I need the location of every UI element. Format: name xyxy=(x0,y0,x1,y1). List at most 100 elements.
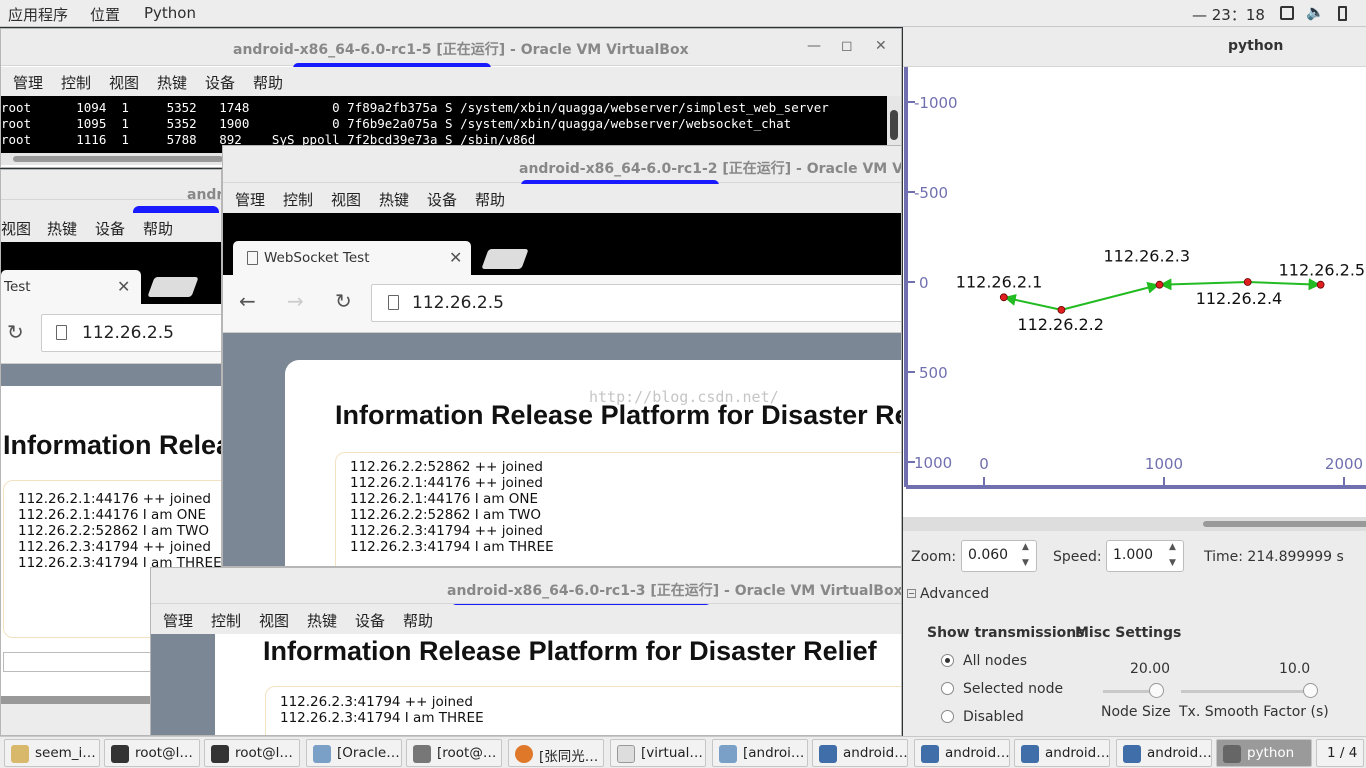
task-terminal-1[interactable]: root@l… xyxy=(104,739,200,767)
maximize-icon[interactable]: ◻ xyxy=(841,38,853,54)
task-android-3[interactable]: android… xyxy=(1014,739,1110,767)
task-label: root@l… xyxy=(135,745,193,761)
minimize-icon[interactable]: — xyxy=(807,38,821,54)
radio-icon[interactable] xyxy=(941,654,954,667)
node-point xyxy=(999,293,1008,302)
menu-control[interactable]: 控制 xyxy=(61,72,91,93)
terminal-line: root 1094 1 5352 1748 0 7f89a2fb375a S /… xyxy=(1,100,829,115)
back-icon[interactable]: ← xyxy=(239,289,256,313)
virtualbox-icon xyxy=(819,745,837,763)
menu-help[interactable]: 帮助 xyxy=(403,610,433,631)
new-tab-button[interactable] xyxy=(481,249,529,269)
speed-spinbox[interactable]: 1.000 ▲ ▼ xyxy=(1106,540,1184,572)
menu-view[interactable]: 视图 xyxy=(1,218,31,239)
app-menu-python[interactable]: Python xyxy=(144,4,196,22)
url-bar[interactable]: 112.26.2.5 xyxy=(41,314,221,352)
node-size-label: Node Size xyxy=(1101,704,1171,720)
task-label: [张同光… xyxy=(539,749,599,765)
page-card: Information Release Platform for Disaste… xyxy=(215,634,901,735)
spin-down-icon[interactable]: ▼ xyxy=(1169,558,1176,568)
url-text: 112.26.2.5 xyxy=(82,323,174,343)
message-line: 112.26.2.2:52862 I am TWO xyxy=(350,507,541,523)
menu-hotkey[interactable]: 热键 xyxy=(307,610,337,631)
node-size-slider[interactable] xyxy=(1103,683,1164,698)
spin-up-icon[interactable]: ▲ xyxy=(1022,542,1029,552)
collapse-icon[interactable]: − xyxy=(907,589,916,598)
vm5-titlebar[interactable]: android-x86_64-6.0-rc1-5 [正在运行] - Oracle… xyxy=(1,29,901,66)
radio-icon[interactable] xyxy=(941,710,954,723)
close-icon[interactable]: ✕ xyxy=(875,38,887,54)
menu-manage[interactable]: 管理 xyxy=(13,72,43,93)
reload-icon[interactable]: ↻ xyxy=(335,289,352,313)
task-terminal-2[interactable]: root@l… xyxy=(204,739,300,767)
task-android-4[interactable]: android… xyxy=(1116,739,1212,767)
tab-websocket-test[interactable]: WebSocket Test ✕ xyxy=(233,241,471,275)
menu-help[interactable]: 帮助 xyxy=(143,218,173,239)
x-tick-label: 2000 xyxy=(1325,455,1363,473)
menu-devices[interactable]: 设备 xyxy=(427,189,457,210)
menu-manage[interactable]: 管理 xyxy=(163,610,193,631)
python-titlebar[interactable]: python xyxy=(903,27,1366,67)
horizontal-scrollbar[interactable] xyxy=(903,517,1366,531)
slider-knob[interactable] xyxy=(1149,683,1164,698)
task-android-1[interactable]: android… xyxy=(812,739,908,767)
menu-hotkey[interactable]: 热键 xyxy=(47,218,77,239)
url-bar[interactable]: 112.26.2.5 xyxy=(371,284,901,322)
topology-canvas[interactable]: -1000 -500 0 500 1000 0 1000 2000 112.26.2.1 112.… xyxy=(903,67,1366,517)
vm3-titlebar[interactable]: android-x86_64-6.0-rc1-3 [正在运行] - Oracle… xyxy=(151,568,901,604)
new-tab-button[interactable] xyxy=(147,277,199,297)
node-label: 112.26.2.2 xyxy=(1017,315,1104,334)
task-firefox[interactable]: [张同光… xyxy=(508,739,604,767)
workspace-pager[interactable]: 1 / 4 xyxy=(1316,739,1364,767)
task-oracle[interactable]: [Oracle… xyxy=(306,739,402,767)
menu-view[interactable]: 视图 xyxy=(331,189,361,210)
task-python[interactable]: python xyxy=(1216,739,1312,767)
volume-icon[interactable]: 🔈 xyxy=(1306,3,1325,21)
menu-devices[interactable]: 设备 xyxy=(95,218,125,239)
menu-view[interactable]: 视图 xyxy=(259,610,289,631)
menu-control[interactable]: 控制 xyxy=(283,189,313,210)
task-android-bracket[interactable]: [androi… xyxy=(712,739,808,767)
node-size-value: 20.00 xyxy=(1130,661,1171,677)
menu-devices[interactable]: 设备 xyxy=(355,610,385,631)
task-android-2[interactable]: android… xyxy=(914,739,1010,767)
forward-icon[interactable]: → xyxy=(287,289,304,313)
zoom-spinbox[interactable]: 0.060 ▲ ▼ xyxy=(961,540,1037,572)
menu-help[interactable]: 帮助 xyxy=(253,72,283,93)
menu-view[interactable]: 视图 xyxy=(109,72,139,93)
battery-icon[interactable] xyxy=(1338,6,1347,21)
node-point xyxy=(1243,278,1252,286)
menu-devices[interactable]: 设备 xyxy=(205,72,235,93)
task-virtual[interactable]: [virtual… xyxy=(610,739,706,767)
y-tick-label: -1000 xyxy=(914,94,958,112)
close-tab-icon[interactable]: ✕ xyxy=(117,277,130,296)
menu-hotkey[interactable]: 热键 xyxy=(157,72,187,93)
applications-menu[interactable]: 应用程序 xyxy=(8,4,68,25)
advanced-expander[interactable]: Advanced xyxy=(920,586,989,602)
page-icon xyxy=(247,251,258,265)
menu-manage[interactable]: 管理 xyxy=(235,189,265,210)
tab-test[interactable]: Test ✕ xyxy=(1,270,141,304)
topology-svg[interactable]: -1000 -500 0 500 1000 0 1000 2000 112.26.2.1 112.… xyxy=(903,67,1366,517)
slider-knob[interactable] xyxy=(1303,683,1318,698)
vm2-titlebar[interactable]: android-x86_64-6.0-rc1-2 [正在运行] - Oracle… xyxy=(223,146,901,183)
close-tab-icon[interactable]: ✕ xyxy=(449,248,462,267)
smooth-factor-slider[interactable] xyxy=(1181,683,1318,698)
menu-control[interactable]: 控制 xyxy=(211,610,241,631)
task-root-terminal[interactable]: [root@… xyxy=(406,739,502,767)
screen-icon[interactable] xyxy=(1280,6,1294,20)
spin-up-icon[interactable]: ▲ xyxy=(1169,542,1176,552)
radio-icon[interactable] xyxy=(941,682,954,695)
vm-left-titlebar[interactable]: andro xyxy=(1,170,221,203)
node-point xyxy=(1057,305,1066,314)
menu-hotkey[interactable]: 热键 xyxy=(379,189,409,210)
spin-down-icon[interactable]: ▼ xyxy=(1022,558,1029,568)
task-seem[interactable]: seem_i… xyxy=(4,739,100,767)
menu-help[interactable]: 帮助 xyxy=(475,189,505,210)
virtualbox-icon xyxy=(1123,745,1141,763)
page-background xyxy=(1,364,221,386)
reload-icon[interactable]: ↻ xyxy=(7,320,24,344)
places-menu[interactable]: 位置 xyxy=(90,4,120,25)
url-text: 112.26.2.5 xyxy=(412,293,504,313)
clock[interactable]: — 23：18 xyxy=(1192,4,1265,25)
